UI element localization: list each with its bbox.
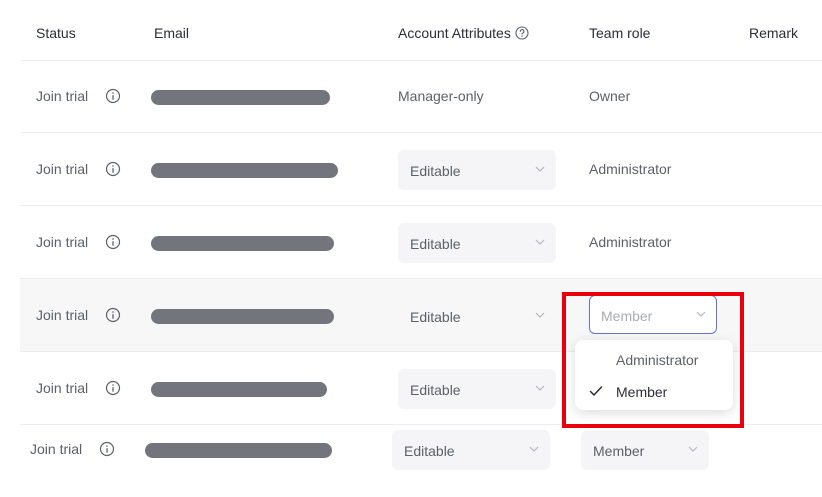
info-icon[interactable] [105, 380, 121, 396]
status-text: Join trial [36, 307, 89, 323]
table-header: Status Email Account Attributes Team rol… [20, 0, 822, 61]
redacted-email [145, 443, 332, 458]
account-attribute-value: Editable [410, 382, 461, 398]
status-text: Join trial [36, 380, 89, 396]
team-role-select[interactable]: Member [589, 295, 717, 334]
info-icon[interactable] [99, 441, 115, 457]
team-role-value: Member [601, 308, 653, 324]
chevron-down-icon [688, 446, 698, 452]
account-attribute-value: Editable [404, 443, 455, 459]
account-attribute-select[interactable]: Editable [398, 369, 556, 409]
account-attribute-select[interactable]: Editable [398, 296, 556, 336]
redacted-email [151, 309, 334, 324]
redacted-email [151, 90, 330, 105]
team-role-value: Member [593, 443, 645, 459]
account-attributes-column-header: Account Attributes [398, 25, 529, 41]
team-role-dropdown-menu: Administrator Member [575, 340, 733, 410]
table-row: Join trial Editable Administrator [20, 206, 822, 279]
dropdown-option-member[interactable]: Member [616, 384, 667, 400]
team-role-select[interactable]: Member [581, 430, 709, 470]
chevron-down-icon [696, 311, 706, 317]
redacted-email [151, 163, 338, 178]
info-icon[interactable] [105, 307, 121, 323]
status-text: Join trial [36, 234, 89, 250]
info-icon[interactable] [105, 88, 121, 104]
team-role-text: Administrator [589, 161, 672, 177]
team-role-text: Owner [589, 88, 631, 104]
table-row: Join trial Editable Member [14, 425, 822, 497]
status-text: Join trial [36, 88, 89, 104]
chevron-down-icon [529, 446, 539, 452]
chevron-down-icon [535, 385, 545, 391]
account-attributes-label: Account Attributes [398, 25, 511, 41]
account-attribute-value: Editable [410, 309, 461, 325]
account-attribute-select[interactable]: Editable [398, 150, 556, 190]
status-column-header: Status [36, 25, 76, 41]
team-role-text: Administrator [589, 234, 672, 250]
table-row: Join trial Manager-only Owner [20, 60, 822, 133]
chevron-down-icon [535, 312, 545, 318]
redacted-email [151, 236, 334, 251]
redacted-email [151, 382, 327, 397]
chevron-down-icon [535, 166, 545, 172]
remark-column-header: Remark [749, 25, 799, 41]
help-icon[interactable] [515, 26, 529, 40]
email-column-header: Email [154, 25, 190, 41]
account-attribute-text: Manager-only [398, 88, 484, 104]
account-attribute-select[interactable]: Editable [392, 430, 550, 470]
dropdown-option-administrator[interactable]: Administrator [616, 352, 698, 368]
team-role-column-header: Team role [589, 25, 651, 41]
info-icon[interactable] [105, 161, 121, 177]
account-attribute-value: Editable [410, 236, 461, 252]
account-attribute-select[interactable]: Editable [398, 223, 556, 263]
account-attribute-value: Editable [410, 163, 461, 179]
status-text: Join trial [36, 161, 89, 177]
chevron-down-icon [535, 239, 545, 245]
checkmark-icon [589, 386, 603, 396]
info-icon[interactable] [105, 234, 121, 250]
table-row: Join trial Editable Administrator [20, 133, 822, 206]
status-text: Join trial [30, 441, 83, 457]
